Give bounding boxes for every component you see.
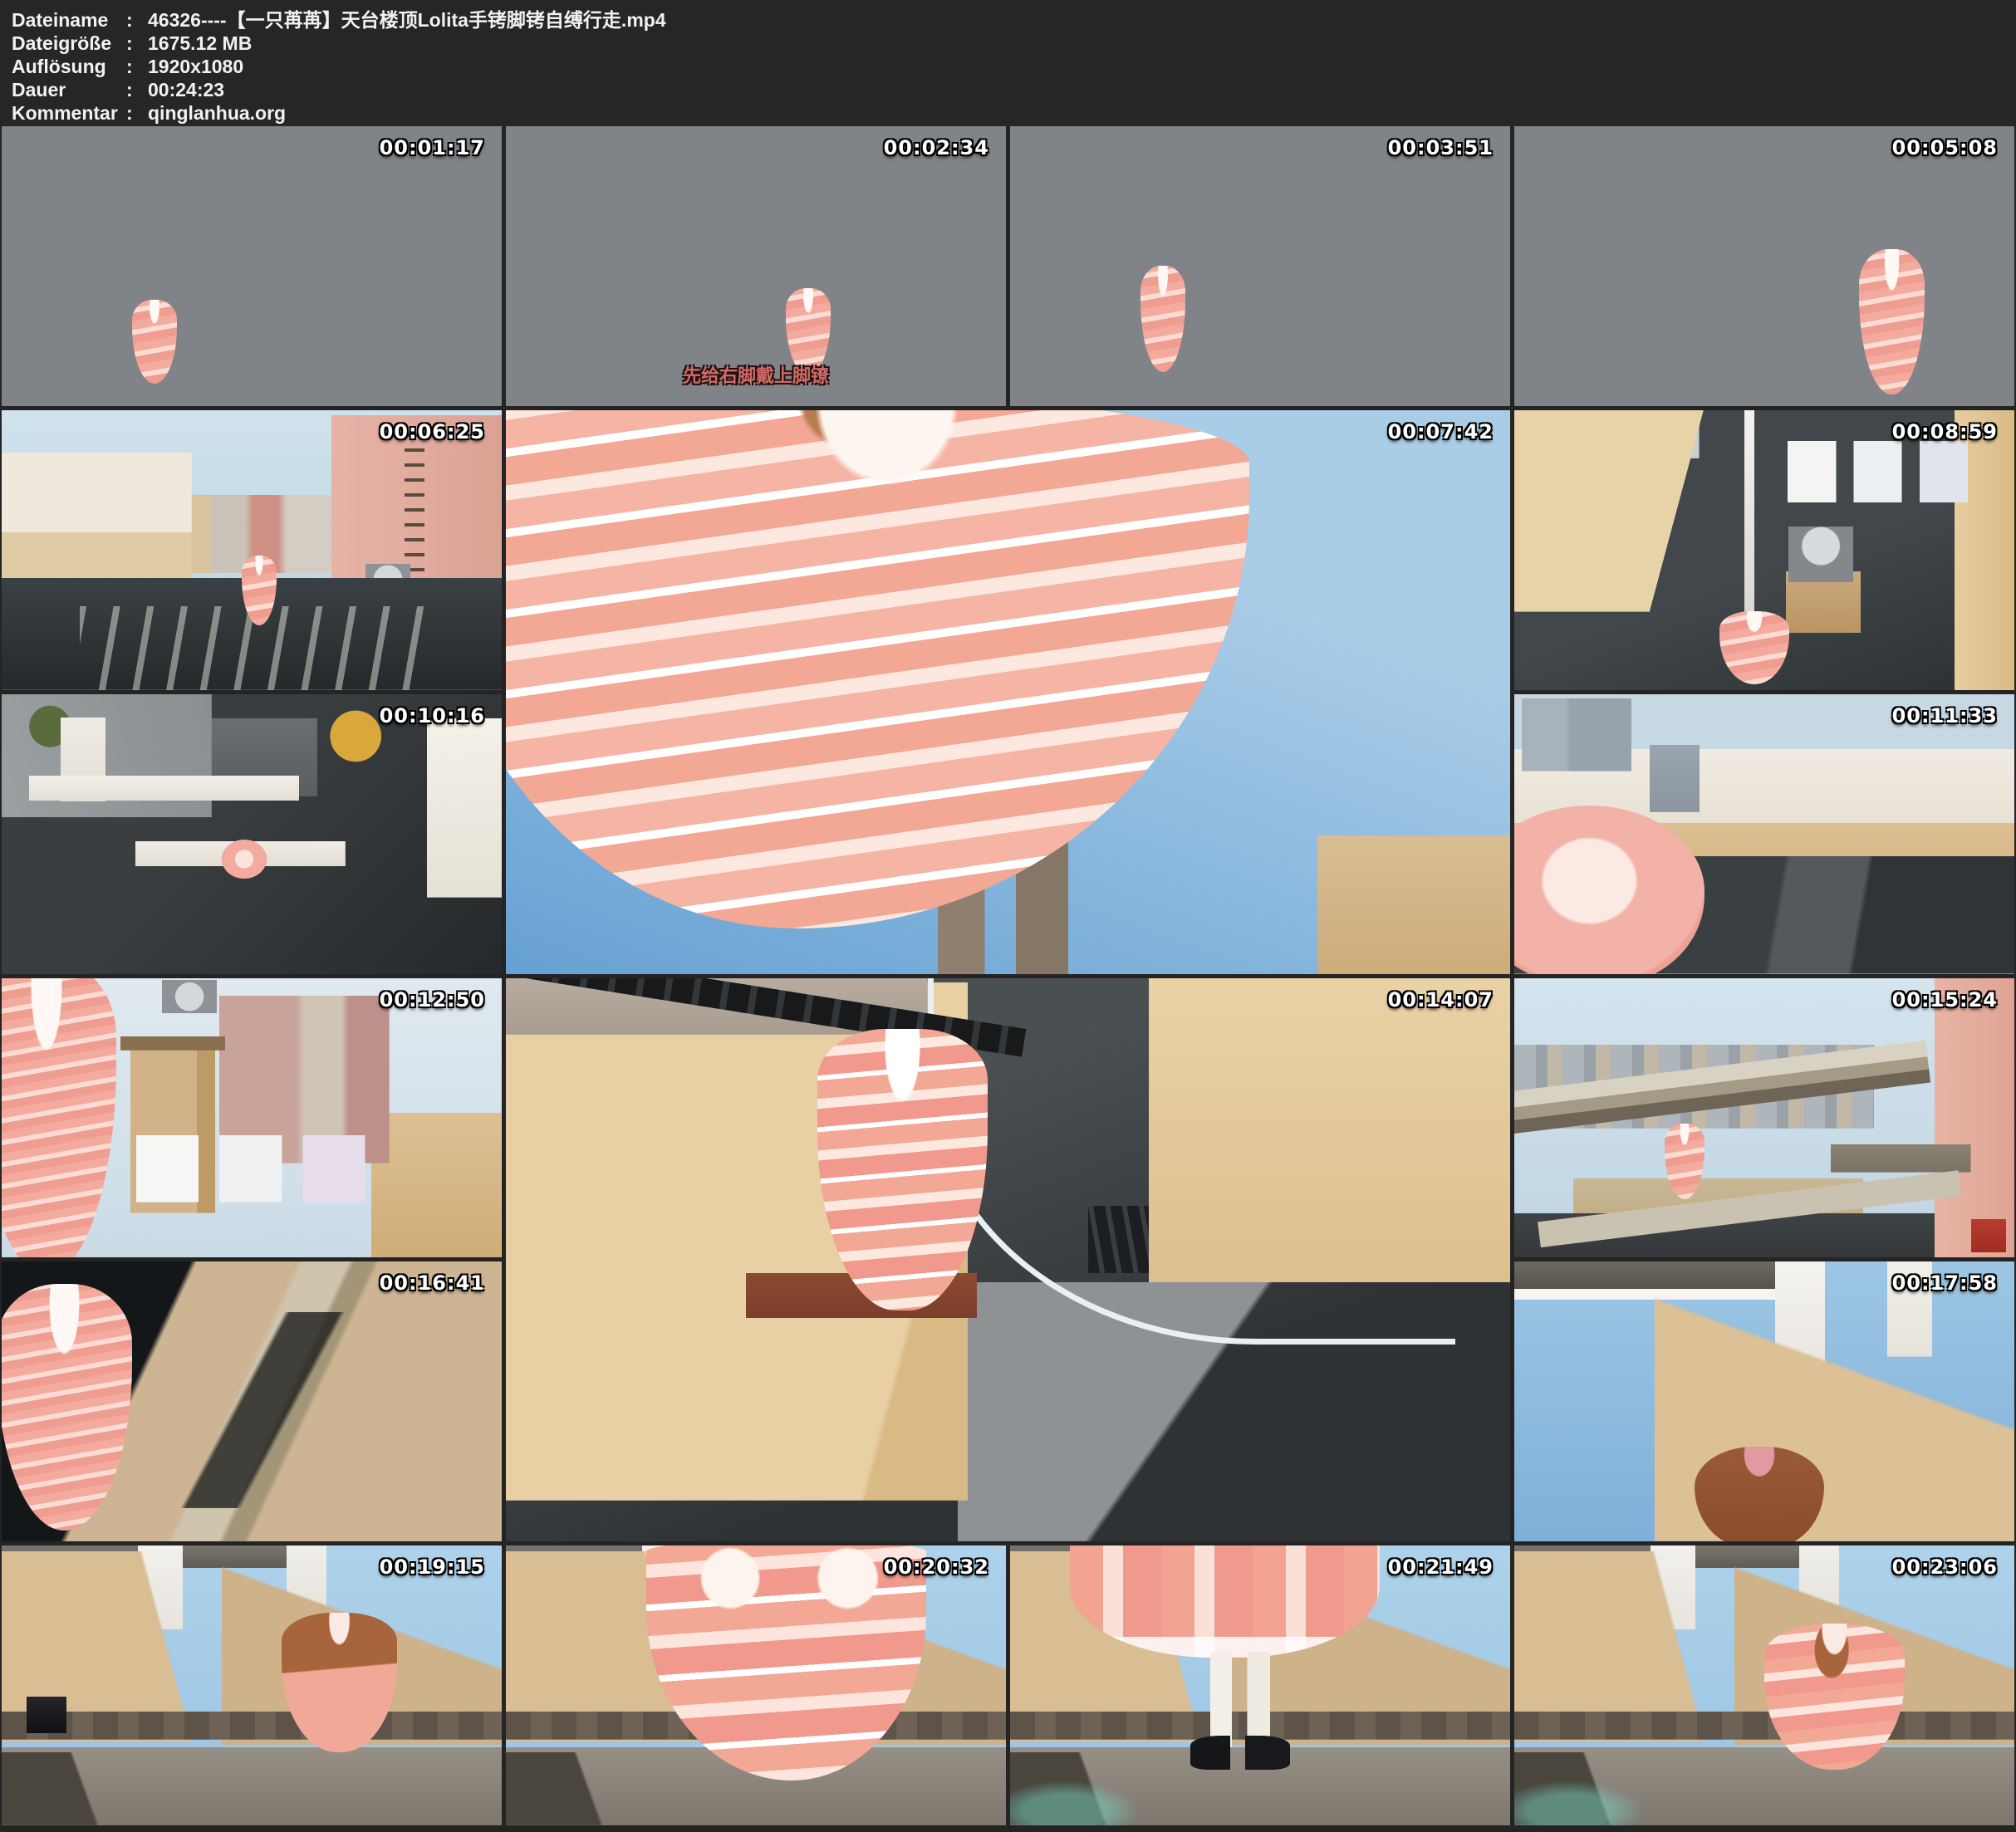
meta-value-resolution: 1920x1080 bbox=[148, 55, 2016, 78]
meta-separator: : bbox=[126, 101, 148, 125]
lolita-figure-hair bbox=[1695, 1447, 1825, 1542]
frame-art bbox=[2, 410, 502, 690]
meta-label: Dauer bbox=[12, 78, 126, 101]
frame-3: 00:03:51 bbox=[1010, 126, 1510, 406]
meta-value-filesize: 1675.12 MB bbox=[148, 32, 2016, 55]
frame-9: 00:11:33 bbox=[1514, 694, 2014, 974]
timestamp-overlay: 00:17:58 bbox=[1892, 1271, 1998, 1295]
meta-label: Dateigröße bbox=[12, 32, 126, 55]
timestamp-overlay: 00:01:17 bbox=[380, 136, 485, 159]
frame-11-large: 00:14:07 bbox=[506, 978, 1510, 1542]
frame-18: 00:23:06 bbox=[1514, 1545, 2014, 1825]
meta-separator: : bbox=[126, 8, 148, 32]
meta-row-filesize: Dateigröße : 1675.12 MB bbox=[12, 32, 2016, 55]
timestamp-overlay: 00:06:25 bbox=[380, 420, 485, 443]
frame-17: 00:21:49 bbox=[1010, 1545, 1510, 1825]
subtitle-caption: 先给右脚戴上脚镣 bbox=[683, 361, 829, 388]
frame-8: 00:10:16 bbox=[2, 694, 502, 974]
frame-1: 00:01:17 bbox=[2, 126, 502, 406]
metadata-header: Dateiname : 46326----【一只苒苒】天台楼顶Lolita手铐脚… bbox=[0, 0, 2016, 126]
frame-art bbox=[1514, 126, 2014, 406]
meta-separator: : bbox=[126, 32, 148, 55]
meta-value-filename: 46326----【一只苒苒】天台楼顶Lolita手铐脚铐自缚行走.mp4 bbox=[148, 8, 2016, 32]
frame-5: 00:06:25 bbox=[2, 410, 502, 690]
frame-art bbox=[1010, 126, 1510, 406]
timestamp-overlay: 00:12:50 bbox=[380, 988, 485, 1012]
stockinged-legs bbox=[1210, 1652, 1270, 1747]
timestamp-overlay: 00:23:06 bbox=[1892, 1555, 1998, 1579]
timestamp-overlay: 00:16:41 bbox=[380, 1271, 485, 1295]
meta-label: Auflösung bbox=[12, 55, 126, 78]
timestamp-overlay: 00:20:32 bbox=[884, 1555, 989, 1579]
timestamp-overlay: 00:11:33 bbox=[1892, 704, 1998, 727]
timestamp-overlay: 00:02:34 bbox=[884, 136, 989, 159]
timestamp-overlay: 00:08:59 bbox=[1892, 420, 1998, 443]
thumbnail-grid: 00:01:17 先给右脚戴上脚镣 00:02:34 00:03:51 00:0… bbox=[0, 126, 2016, 1829]
meta-row-filename: Dateiname : 46326----【一只苒苒】天台楼顶Lolita手铐脚… bbox=[12, 8, 2016, 32]
lolita-figure-top-view bbox=[222, 840, 267, 879]
frame-7: 00:08:59 bbox=[1514, 410, 2014, 690]
frame-art bbox=[2, 694, 502, 974]
frame-15: 00:19:15 bbox=[2, 1545, 502, 1825]
timestamp-overlay: 00:19:15 bbox=[380, 1555, 485, 1579]
frame-art bbox=[1514, 978, 2014, 1258]
frame-14: 00:17:58 bbox=[1514, 1261, 2014, 1541]
timestamp-overlay: 00:10:16 bbox=[380, 704, 485, 727]
frame-6-large: 00:07:42 bbox=[506, 410, 1510, 974]
meta-label: Kommentar bbox=[12, 101, 126, 125]
meta-row-comment: Kommentar : qinglanhua.org bbox=[12, 101, 2016, 125]
frame-art bbox=[506, 978, 1510, 1542]
frame-art bbox=[2, 1545, 502, 1825]
black-shoes bbox=[1190, 1736, 1290, 1769]
frame-2: 先给右脚戴上脚镣 00:02:34 bbox=[506, 126, 1006, 406]
timestamp-overlay: 00:05:08 bbox=[1892, 136, 1998, 159]
timestamp-overlay: 00:15:24 bbox=[1892, 988, 1998, 1012]
frame-10: 00:12:50 bbox=[2, 978, 502, 1258]
meta-separator: : bbox=[126, 78, 148, 101]
timestamp-overlay: 00:03:51 bbox=[1388, 136, 1494, 159]
video-contact-sheet: Dateiname : 46326----【一只苒苒】天台楼顶Lolita手铐脚… bbox=[0, 0, 2016, 1832]
meta-row-resolution: Auflösung : 1920x1080 bbox=[12, 55, 2016, 78]
meta-value-comment: qinglanhua.org bbox=[148, 101, 2016, 125]
timestamp-overlay: 00:07:42 bbox=[1388, 420, 1494, 443]
meta-separator: : bbox=[126, 55, 148, 78]
meta-row-duration: Dauer : 00:24:23 bbox=[12, 78, 2016, 101]
timestamp-overlay: 00:14:07 bbox=[1388, 988, 1494, 1012]
frame-12: 00:15:24 bbox=[1514, 978, 2014, 1258]
frame-13: 00:16:41 bbox=[2, 1261, 502, 1541]
frame-4: 00:05:08 bbox=[1514, 126, 2014, 406]
frame-art bbox=[2, 126, 502, 406]
meta-value-duration: 00:24:23 bbox=[148, 78, 2016, 101]
timestamp-overlay: 00:21:49 bbox=[1388, 1555, 1494, 1579]
frame-16: 00:20:32 bbox=[506, 1545, 1006, 1825]
meta-label: Dateiname bbox=[12, 8, 126, 32]
